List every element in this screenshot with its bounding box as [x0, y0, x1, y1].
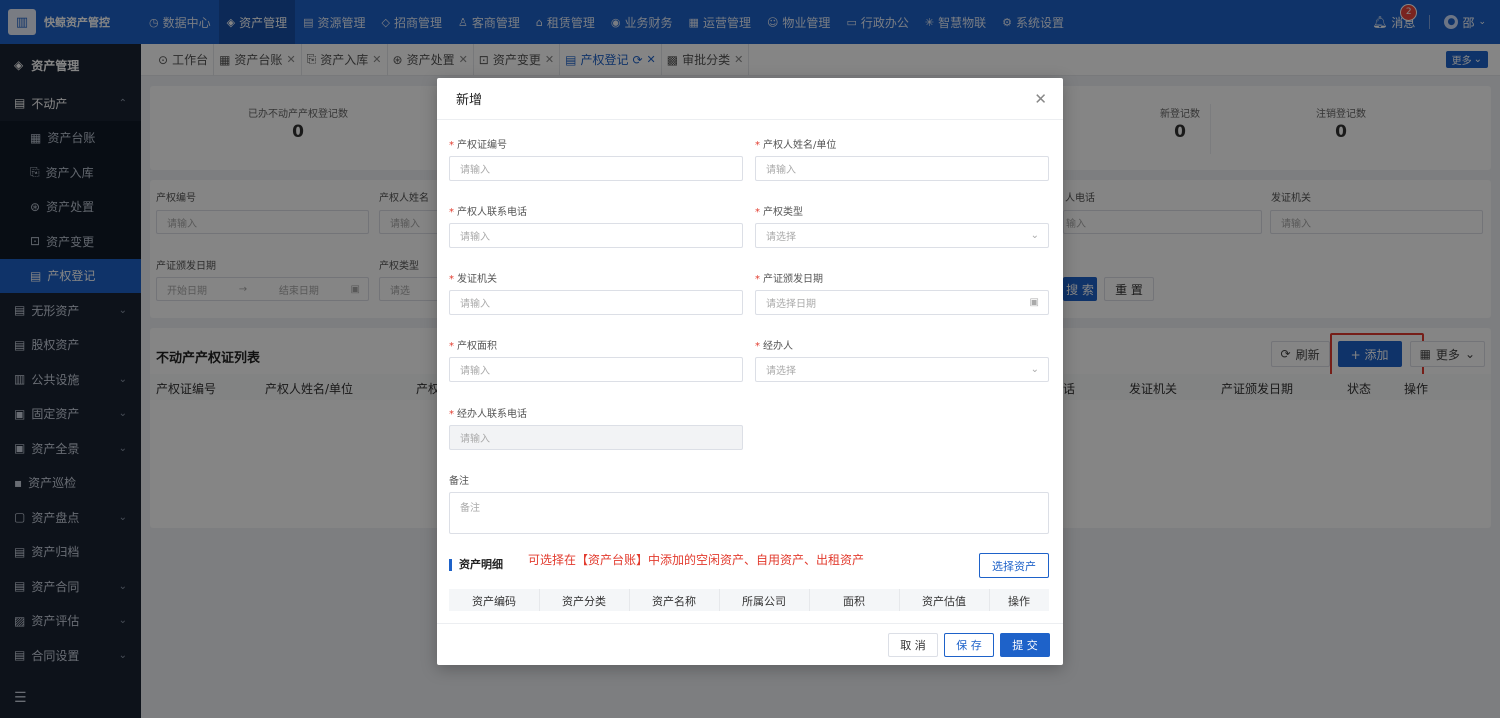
calendar-icon: ▣	[1029, 297, 1039, 308]
type-label: * 产权类型	[755, 207, 803, 218]
owner-phone-label: * 产权人联系电话	[449, 207, 527, 218]
issue-date-picker[interactable]: 请选择日期 ▣	[755, 290, 1049, 315]
asset-table-header: 资产编码 资产分类 资产名称 所属公司 面积 资产估值 操作	[449, 589, 1049, 611]
handler-phone-input[interactable]: 请输入	[449, 425, 743, 450]
handler-select[interactable]: 请选择 ⌄	[755, 357, 1049, 382]
asset-column-header: 资产名称	[652, 595, 696, 608]
issuer-input[interactable]: 请输入	[449, 290, 743, 315]
asset-column-header: 操作	[1008, 595, 1030, 608]
dialog-title: 新增	[456, 93, 483, 108]
cancel-button[interactable]: 取 消	[888, 633, 938, 657]
date-placeholder: 请选择日期	[766, 299, 816, 310]
asset-column-header: 资产编码	[472, 595, 516, 608]
add-certificate-dialog: 新增 ✕ * 产权证编号 请输入 * 产权人姓名/单位 请输入 * 产权人联系电话 请…	[437, 78, 1063, 665]
area-label: * 产权面积	[449, 341, 497, 352]
asset-column-header: 资产估值	[922, 595, 966, 608]
dialog-footer: 取 消 保 存 提 交	[437, 623, 1063, 665]
asset-section-title: 资产明细	[449, 559, 503, 571]
handler-select-placeholder: 请选择	[766, 366, 796, 377]
cert-no-input[interactable]: 请输入	[449, 156, 743, 181]
type-select[interactable]: 请选择 ⌄	[755, 223, 1049, 248]
close-icon[interactable]: ✕	[1034, 90, 1047, 108]
issuer-label: * 发证机关	[449, 274, 497, 285]
select-asset-button[interactable]: 选择资产	[979, 553, 1049, 578]
owner-phone-input[interactable]: 请输入	[449, 223, 743, 248]
chevron-down-icon: ⌄	[1030, 364, 1039, 375]
remark-textarea[interactable]: 备注	[449, 492, 1049, 534]
area-input[interactable]: 请输入	[449, 357, 743, 382]
asset-column-header: 面积	[843, 595, 865, 608]
asset-column-header: 所属公司	[742, 595, 786, 608]
type-select-placeholder: 请选择	[766, 232, 796, 243]
cert-no-label: * 产权证编号	[449, 140, 507, 151]
submit-button[interactable]: 提 交	[1000, 633, 1050, 657]
save-button[interactable]: 保 存	[944, 633, 994, 657]
asset-column-header: 资产分类	[562, 595, 606, 608]
chevron-down-icon: ⌄	[1030, 230, 1039, 241]
asset-section-hint: 可选择在【资产台账】中添加的空闲资产、自用资产、出租资产	[528, 553, 865, 567]
remark-label: 备注	[449, 476, 469, 487]
handler-label: * 经办人	[755, 341, 793, 352]
issue-date-label: * 产证颁发日期	[755, 274, 823, 285]
owner-label: * 产权人姓名/单位	[755, 140, 837, 151]
owner-input[interactable]: 请输入	[755, 156, 1049, 181]
handler-phone-label: * 经办人联系电话	[449, 409, 527, 420]
dialog-header: 新增 ✕	[437, 78, 1063, 120]
